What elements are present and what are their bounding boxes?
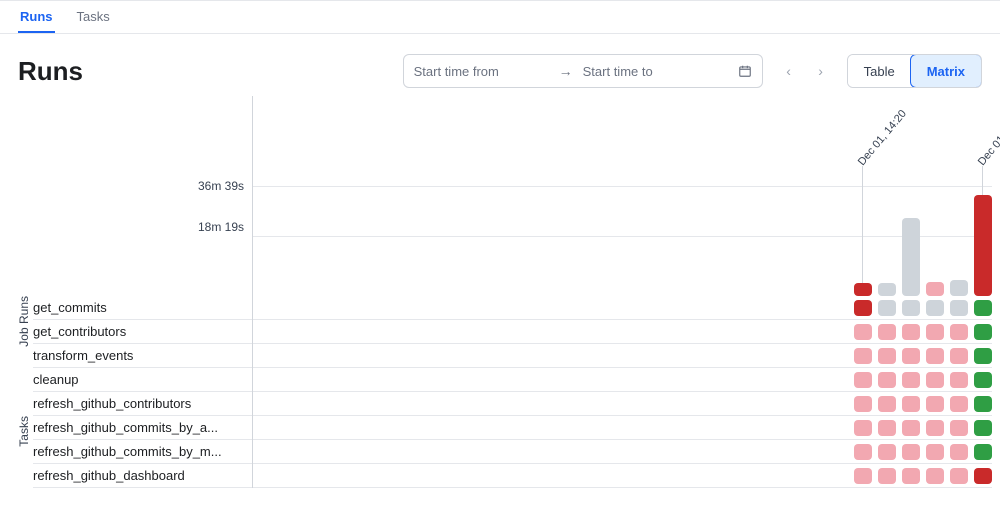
page-header: Runs Start time from → Start time to ‹ ›…: [0, 34, 1000, 96]
tab-runs[interactable]: Runs: [18, 1, 55, 33]
task-status-cell[interactable]: [854, 372, 872, 388]
task-status-cell[interactable]: [902, 396, 920, 412]
view-table-button[interactable]: Table: [848, 55, 911, 87]
task-status-cell[interactable]: [878, 348, 896, 364]
tab-tasks[interactable]: Tasks: [75, 1, 112, 33]
run-bars-area: [854, 170, 992, 296]
task-matrix-row: [253, 296, 992, 320]
task-status-cell[interactable]: [950, 348, 968, 364]
pager-prev-button[interactable]: ‹: [775, 57, 803, 85]
task-status-cell[interactable]: [974, 300, 992, 316]
run-bar[interactable]: [950, 280, 968, 296]
task-status-cell[interactable]: [974, 348, 992, 364]
task-status-cell[interactable]: [854, 300, 872, 316]
task-label[interactable]: cleanup: [33, 368, 252, 392]
task-label[interactable]: refresh_github_contributors: [33, 392, 252, 416]
task-label[interactable]: get_contributors: [33, 320, 252, 344]
task-status-cell[interactable]: [902, 372, 920, 388]
task-status-cell[interactable]: [878, 396, 896, 412]
y-tick: 18m 19s: [33, 202, 252, 252]
run-pager: ‹ ›: [775, 57, 835, 85]
task-matrix-row: [253, 320, 992, 344]
task-matrix-row: [253, 344, 992, 368]
task-status-cell[interactable]: [926, 372, 944, 388]
task-status-cell[interactable]: [878, 372, 896, 388]
arrow-right-icon: →: [559, 63, 573, 79]
task-status-cell[interactable]: [950, 396, 968, 412]
task-status-cell[interactable]: [854, 444, 872, 460]
task-status-cell[interactable]: [902, 324, 920, 340]
annotation-label: Dec 01, 14:20: [855, 108, 908, 168]
matrix-body: Job Runs Tasks 36m 39s 18m 19s get_commi…: [0, 96, 1000, 488]
task-status-cell[interactable]: [854, 348, 872, 364]
task-status-cell[interactable]: [902, 420, 920, 436]
task-matrix-row: [253, 392, 992, 416]
axis-label-jobruns: Job Runs: [17, 296, 31, 347]
view-matrix-button[interactable]: Matrix: [910, 54, 982, 88]
date-from-input[interactable]: Start time from: [404, 64, 559, 79]
task-status-cell[interactable]: [950, 372, 968, 388]
task-status-cell[interactable]: [926, 420, 944, 436]
task-status-cell[interactable]: [926, 324, 944, 340]
task-status-cell[interactable]: [902, 468, 920, 484]
task-status-cell[interactable]: [902, 348, 920, 364]
task-status-cell[interactable]: [854, 396, 872, 412]
run-bar[interactable]: [974, 195, 992, 296]
task-status-cell[interactable]: [926, 348, 944, 364]
task-status-cell[interactable]: [926, 444, 944, 460]
left-column: 36m 39s 18m 19s get_commitsget_contribut…: [33, 96, 253, 488]
task-status-cell[interactable]: [974, 468, 992, 484]
axis-label-tasks: Tasks: [17, 416, 31, 447]
task-label[interactable]: refresh_github_commits_by_a...: [33, 416, 252, 440]
task-status-cell[interactable]: [854, 420, 872, 436]
view-mode-toggle: Table Matrix: [847, 54, 982, 88]
task-status-cell[interactable]: [854, 324, 872, 340]
task-status-cell[interactable]: [974, 444, 992, 460]
run-bar[interactable]: [854, 283, 872, 296]
date-to-input[interactable]: Start time to: [573, 64, 728, 79]
task-label[interactable]: transform_events: [33, 344, 252, 368]
task-status-cell[interactable]: [902, 444, 920, 460]
run-bar[interactable]: [878, 283, 896, 296]
date-from-placeholder: Start time from: [414, 64, 499, 79]
task-matrix-row: [253, 368, 992, 392]
run-bar[interactable]: [926, 282, 944, 296]
y-tick: 36m 39s: [33, 170, 252, 202]
calendar-icon[interactable]: [728, 64, 762, 78]
task-status-cell[interactable]: [926, 468, 944, 484]
pager-next-button[interactable]: ›: [807, 57, 835, 85]
task-status-cell[interactable]: [878, 324, 896, 340]
date-to-placeholder: Start time to: [583, 64, 653, 79]
toplevel-tabs: Runs Tasks: [0, 0, 1000, 34]
task-status-cell[interactable]: [902, 300, 920, 316]
task-status-cell[interactable]: [878, 468, 896, 484]
task-matrix-row: [253, 464, 992, 488]
task-status-cell[interactable]: [974, 396, 992, 412]
task-label[interactable]: refresh_github_dashboard: [33, 464, 252, 488]
task-status-cell[interactable]: [950, 300, 968, 316]
right-column: Dec 01, 14:20 Dec 01, 15:30: [253, 96, 1000, 488]
task-status-cell[interactable]: [974, 372, 992, 388]
task-matrix: [253, 296, 992, 488]
task-status-cell[interactable]: [950, 468, 968, 484]
task-status-cell[interactable]: [878, 444, 896, 460]
task-status-cell[interactable]: [950, 324, 968, 340]
task-status-cell[interactable]: [878, 300, 896, 316]
run-bar[interactable]: [902, 218, 920, 296]
task-label[interactable]: get_commits: [33, 296, 252, 320]
task-matrix-row: [253, 440, 992, 464]
annotation-label: Dec 01, 15:30: [975, 108, 1000, 168]
date-range-picker[interactable]: Start time from → Start time to: [403, 54, 763, 88]
task-status-cell[interactable]: [926, 300, 944, 316]
task-status-cell[interactable]: [878, 420, 896, 436]
task-status-cell[interactable]: [974, 324, 992, 340]
page-title: Runs: [18, 56, 83, 87]
task-status-cell[interactable]: [950, 420, 968, 436]
task-status-cell[interactable]: [926, 396, 944, 412]
task-status-cell[interactable]: [950, 444, 968, 460]
task-matrix-row: [253, 416, 992, 440]
task-status-cell[interactable]: [974, 420, 992, 436]
task-status-cell[interactable]: [854, 468, 872, 484]
task-label[interactable]: refresh_github_commits_by_m...: [33, 440, 252, 464]
